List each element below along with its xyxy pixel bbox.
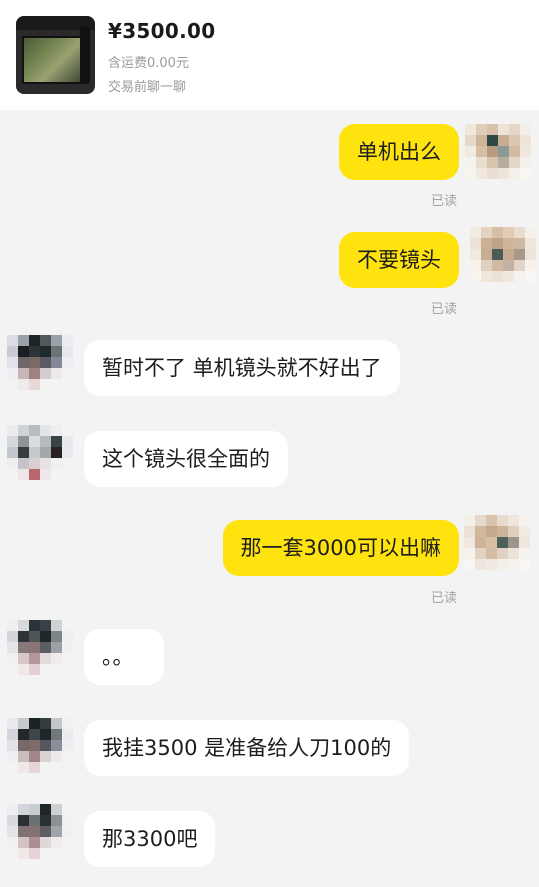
read-status: 已读 <box>431 302 458 317</box>
message-bubble-sent[interactable]: 不要镜头 <box>339 232 459 288</box>
product-card[interactable]: ¥3500.00 含运费0.00元 交易前聊一聊 <box>0 0 539 110</box>
message-bubble-received[interactable]: 暂时不了 单机镜头就不好出了 <box>84 340 400 396</box>
seller-avatar[interactable] <box>7 718 73 784</box>
message-bubble-received[interactable]: 这个镜头很全面的 <box>84 431 288 487</box>
my-avatar[interactable] <box>464 515 530 581</box>
message-bubble-sent[interactable]: 那一套3000可以出嘛 <box>222 520 459 576</box>
my-avatar[interactable] <box>465 124 531 190</box>
message-bubble-received[interactable]: 。。 <box>84 629 164 685</box>
seller-avatar[interactable] <box>7 335 73 401</box>
read-status: 已读 <box>431 591 458 606</box>
camera-screen <box>22 36 82 84</box>
shipping-fee: 含运费0.00元 <box>108 56 189 71</box>
message-bubble-received[interactable]: 我挂3500 是准备给人刀100的 <box>84 720 410 776</box>
seller-avatar[interactable] <box>7 620 73 686</box>
product-price: ¥3500.00 <box>108 19 216 43</box>
camera-dial <box>80 26 90 84</box>
read-status: 已读 <box>431 194 458 209</box>
product-thumbnail[interactable] <box>16 16 95 94</box>
chat-hint: 交易前聊一聊 <box>108 80 187 95</box>
my-avatar[interactable] <box>470 227 536 293</box>
seller-avatar[interactable] <box>7 425 73 491</box>
message-bubble-received[interactable]: 那3300吧 <box>84 811 216 867</box>
seller-avatar[interactable] <box>7 804 73 870</box>
message-bubble-sent[interactable]: 单机出么 <box>339 124 459 180</box>
